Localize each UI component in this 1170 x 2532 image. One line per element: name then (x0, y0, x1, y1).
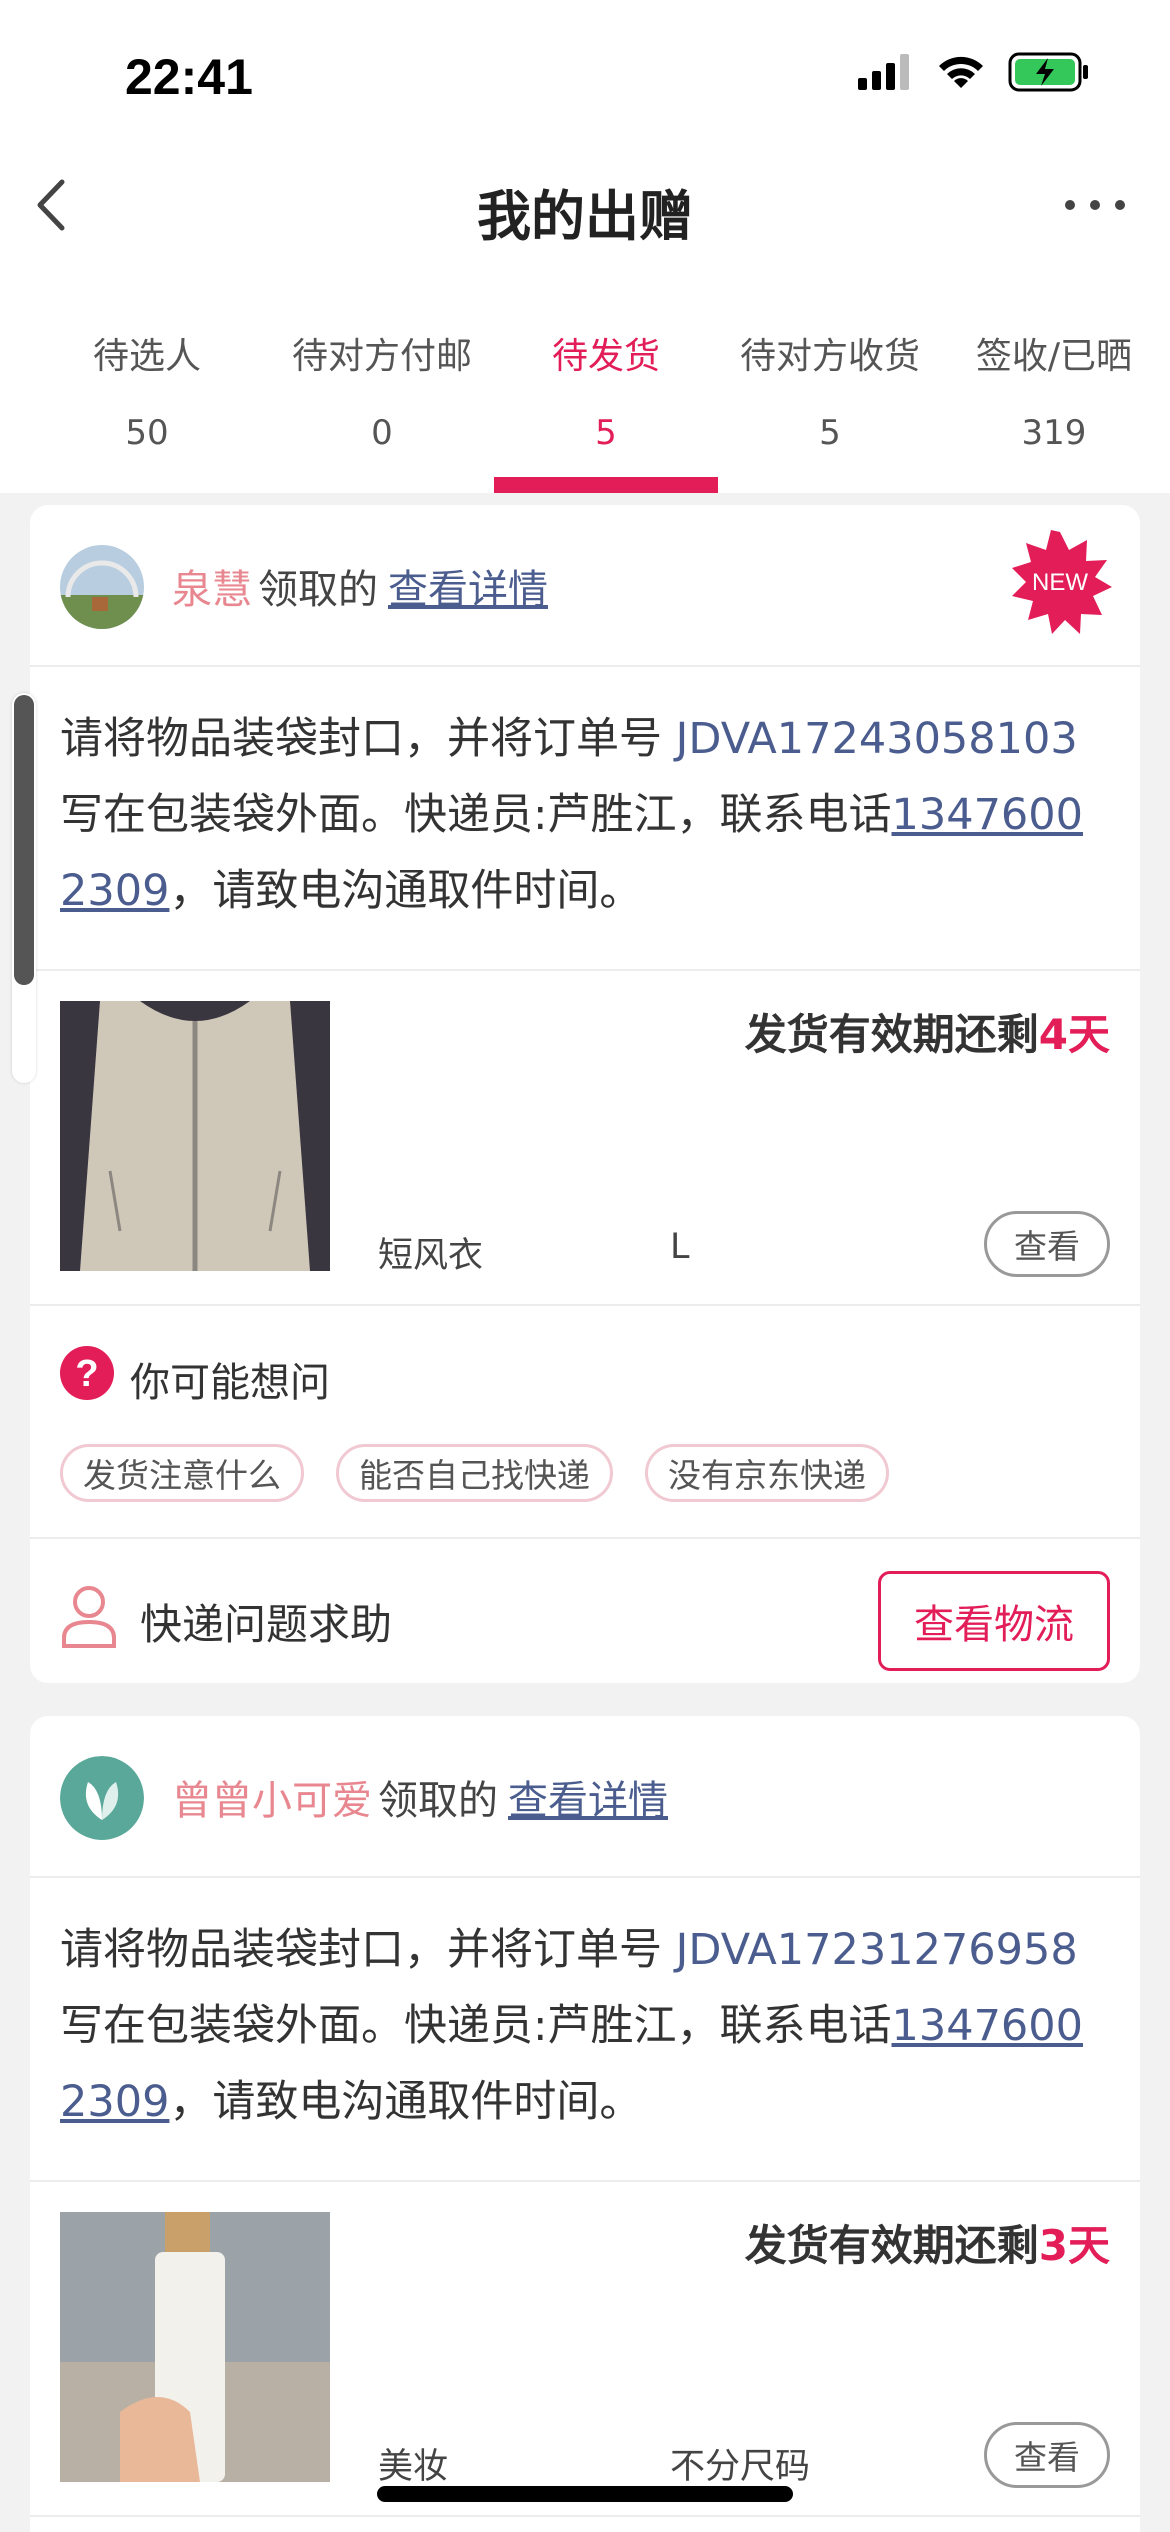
view-item-button[interactable]: 查看 (984, 2422, 1110, 2488)
tab-pending-receipt[interactable]: 待对方收货 5 (718, 265, 942, 493)
more-icon[interactable] (1060, 180, 1130, 230)
card-header-text: 曾曾小可爱 领取的 查看详情 (172, 1768, 668, 1826)
card-header: 曾曾小可爱 领取的 查看详情 (30, 1716, 1140, 1878)
claimed-label: 领取的 (378, 1778, 498, 1824)
order-number: JDVA17243058103 (675, 714, 1078, 764)
avatar[interactable] (60, 545, 144, 629)
courier-help-row: 快递问题求助 查看物流 (30, 1539, 1140, 1683)
deadline-label: 发货有效期还剩 (744, 1010, 1039, 1059)
deadline-label: 发货有效期还剩 (744, 2221, 1039, 2270)
page-title: 我的出赠 (477, 185, 693, 248)
tab-signed-shared[interactable]: 签收/已晒 319 (942, 265, 1166, 493)
item-name: 短风衣 (378, 1236, 484, 1276)
faq-chip[interactable]: 发货注意什么 (60, 1444, 304, 1502)
tab-label: 待发货 (551, 336, 660, 377)
username[interactable]: 曾曾小可爱 (172, 1778, 372, 1824)
wifi-icon (939, 56, 983, 88)
question-icon: ? (60, 1346, 114, 1400)
status-bar: 22:41 (0, 0, 1170, 150)
instruction-suffix: ，请致电沟通取件时间。 (169, 866, 643, 916)
shipping-deadline: 发货有效期还剩4天 (745, 1001, 1110, 1062)
tab-label: 待对方付邮 (291, 336, 472, 377)
instruction-suffix: ，请致电沟通取件时间。 (169, 2077, 643, 2127)
scrollbar-thumb[interactable] (14, 695, 34, 985)
tab-count: 50 (125, 413, 169, 453)
courier-help-link[interactable]: 快递问题求助 (140, 1591, 392, 1652)
card-header-text: 泉慧 领取的 查看详情 (172, 557, 548, 615)
cellular-signal-icon (858, 54, 909, 90)
tab-count: 319 (1021, 413, 1087, 453)
instruction-middle: 写在包装袋外面。快递员:芦胜江，联系电话 (60, 2001, 892, 2051)
new-badge: NEW (1008, 530, 1112, 634)
faq-section: ? 你可能想问 发货注意什么 能否自己找快递 没有京东快递 (30, 1306, 1140, 1539)
tab-pending-shipment[interactable]: 待发货 5 (494, 265, 718, 493)
tab-pending-selection[interactable]: 待选人 50 (24, 265, 270, 493)
instruction-middle: 写在包装袋外面。快递员:芦胜江，联系电话 (60, 790, 892, 840)
home-indicator[interactable] (377, 2486, 793, 2502)
deadline-days: 4天 (1038, 1010, 1110, 1059)
status-icons (858, 52, 1090, 92)
new-badge-text: NEW (1032, 569, 1088, 596)
instruction-prefix: 请将物品装袋封口，并将订单号 (60, 714, 676, 764)
avatar[interactable] (60, 1756, 144, 1840)
username[interactable]: 泉慧 (172, 567, 252, 613)
tab-label: 待选人 (92, 336, 201, 377)
shipping-deadline: 发货有效期还剩3天 (745, 2212, 1110, 2273)
item-photo[interactable] (60, 2212, 330, 2482)
tab-pending-postage[interactable]: 待对方付邮 0 (270, 265, 494, 493)
faq-chip[interactable]: 没有京东快递 (645, 1444, 889, 1502)
item-photo[interactable] (60, 1001, 330, 1271)
donation-card: 曾曾小可爱 领取的 查看详情 请将物品装袋封口，并将订单号 JDVA17231276… (30, 1716, 1140, 2532)
donation-card: 泉慧 领取的 查看详情 NEW 请将物品装袋封口，并将订单号 JDVA1724305… (30, 505, 1140, 1683)
tab-count: 0 (371, 413, 393, 453)
item-size: L (670, 1227, 690, 1267)
order-number: JDVA17231276958 (675, 1925, 1078, 1975)
item-name: 美妆 (378, 2447, 449, 2487)
status-tabs: 待选人 50 待对方付邮 0 待发货 5 待对方收货 5 签收/已晒 319 (0, 265, 1170, 493)
active-tab-indicator (494, 477, 718, 493)
svg-text:?: ? (75, 1353, 98, 1395)
shipping-instruction: 请将物品装袋封口，并将订单号 JDVA17243058103 写在包装袋外面。快… (30, 667, 1140, 971)
person-icon (62, 1586, 116, 1648)
deadline-days: 3天 (1038, 2221, 1110, 2270)
scrollbar[interactable] (12, 693, 36, 1083)
item-row: 发货有效期还剩3天 美妆 不分尺码 查看 (30, 2182, 1140, 2517)
tab-label: 待对方收货 (739, 336, 920, 377)
tab-label: 签收/已晒 (975, 336, 1133, 377)
status-time: 22:41 (125, 49, 253, 105)
view-details-link[interactable]: 查看详情 (388, 567, 548, 613)
view-logistics-button[interactable]: 查看物流 (878, 1571, 1110, 1671)
item-row: 发货有效期还剩4天 短风衣 L 查看 (30, 971, 1140, 1306)
faq-title: 你可能想问 (130, 1360, 330, 1406)
nav-bar: 我的出赠 (0, 150, 1170, 265)
card-header: 泉慧 领取的 查看详情 NEW (30, 505, 1140, 667)
view-item-button[interactable]: 查看 (984, 1211, 1110, 1277)
view-details-link[interactable]: 查看详情 (508, 1778, 668, 1824)
faq-chip[interactable]: 能否自己找快递 (336, 1444, 613, 1502)
shipping-instruction: 请将物品装袋封口，并将订单号 JDVA17231276958 写在包装袋外面。快… (30, 1878, 1140, 2182)
instruction-prefix: 请将物品装袋封口，并将订单号 (60, 1925, 676, 1975)
battery-charging-icon (1008, 52, 1088, 92)
tab-count: 5 (595, 413, 617, 453)
tab-count: 5 (819, 413, 841, 453)
claimed-label: 领取的 (258, 567, 378, 613)
item-size: 不分尺码 (670, 2447, 811, 2487)
faq-chips: 发货注意什么 能否自己找快递 没有京东快递 (60, 1444, 889, 1502)
